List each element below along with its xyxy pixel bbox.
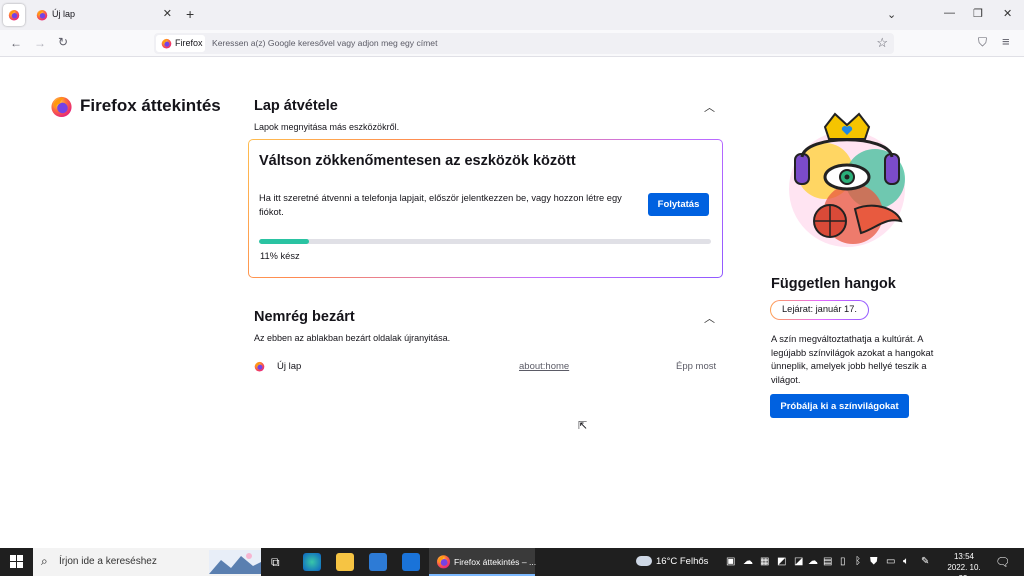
collapse-chevron-icon[interactable]: ︿ [704,310,715,326]
closed-tab-url[interactable]: about:home [519,361,569,372]
colorway-description: A szín megváltoztathatja a kultúrát. A l… [771,334,934,385]
weather-text: 16°C Felhős [656,556,709,567]
system-clock[interactable]: 13:54 2022. 10. 22. [944,551,984,584]
volume-icon[interactable]: 🔈︎ [903,556,909,567]
navigation-toolbar: ← → ↻ Firefox Keressen a(z) Google keres… [0,30,1024,57]
firefox-view-page: Firefox áttekintés Lap átvétele ︿ Lapok … [0,57,1024,548]
list-all-tabs-chevron-icon[interactable]: ⌄ [887,8,896,21]
pinned-tab-firefox-view[interactable] [3,4,25,26]
tab-new-tab[interactable]: Új lap ✕ [29,4,179,26]
taskbar-firefox-window[interactable]: Firefox áttekintés – ... [429,548,537,576]
page-title: Firefox áttekintés [80,96,221,115]
continue-button[interactable]: Folytatás [648,193,709,216]
close-icon[interactable]: ✕ [163,7,172,20]
collapse-chevron-icon[interactable]: ︿ [704,99,715,115]
notification-icon[interactable]: 🗨︎ [995,555,1010,569]
windows-taskbar: ⌕ Írjon ide a kereséshez ⧉ Firefox áttek… [0,548,1024,583]
tray-app-icon[interactable]: ▦ [760,556,769,567]
task-view-icon[interactable]: ⧉ [271,555,280,570]
file-explorer-icon[interactable] [336,553,354,571]
forward-arrow-icon[interactable]: → [34,36,46,50]
tray-app-icon[interactable]: ◩ [777,556,786,567]
onenote-icon[interactable]: ▤ [823,556,832,567]
microsoft-store-icon[interactable] [369,553,387,571]
url-input[interactable]: Keressen a(z) Google keresővel vagy adjo… [212,38,437,48]
taskbar-firefox-label: Firefox áttekintés – ... [454,557,537,567]
clock-time: 13:54 [953,552,975,561]
tray-cloud-icon[interactable]: ☁ [743,556,753,567]
identity-box[interactable]: Firefox [156,35,205,52]
firefox-icon [36,9,48,21]
bluetooth-icon[interactable]: ᛒ [855,556,861,567]
expiry-badge: Lejárat: január 17. [770,300,869,320]
window-close-icon[interactable]: ✕ [1003,7,1012,20]
tab-pickup-title: Lap átvétele [254,98,338,114]
card-text: Ha itt szeretné átvenni a telefonja lapj… [259,193,622,217]
mouse-cursor-icon: ⇱ [578,420,588,432]
cloud-icon [636,556,652,567]
pocket-icon[interactable]: ⛉ [978,35,987,50]
colorway-title: Független hangok [771,276,896,292]
security-shield-icon[interactable]: ⛊ [870,556,878,567]
progress-label: 11% kész [260,251,300,261]
firefox-logo-icon [50,95,73,118]
onedrive-icon[interactable]: ☁ [808,556,818,567]
new-tab-icon[interactable]: + [186,6,194,22]
tab-strip: Új lap ✕ + ⌄ — ❐ ✕ [0,0,1024,30]
tab-pickup-subtitle: Lapok megnyitása más eszközökről. [254,122,400,132]
recently-closed-title: Nemrég bezárt [254,309,355,325]
clock-date: 2022. 10. 22. [947,563,981,583]
expiry-badge-label: Lejárat: január 17. [771,301,868,319]
display-icon[interactable]: ▭ [886,556,895,567]
closed-tab-time: Épp most [676,361,717,372]
firefox-icon [8,9,20,21]
search-icon: ⌕ [41,554,48,568]
taskbar-search-input[interactable]: Írjon ide a kereséshez [59,556,157,567]
tab-pickup-card: Váltson zökkenőmentesen az eszközök közö… [248,139,723,278]
bookmark-star-icon[interactable]: ☆ [876,35,888,51]
windows-start-icon[interactable] [10,555,24,569]
closed-tab-title[interactable]: Új lap [277,361,301,372]
weather-widget[interactable]: 16°C Felhős [636,556,708,567]
firefox-icon [254,361,265,372]
progress-fill [259,239,309,244]
menu-hamburger-icon[interactable]: ≡ [1002,34,1010,49]
tray-app-icon[interactable]: ▣ [726,556,735,567]
identity-label: Firefox [175,38,203,48]
taskbar-search-box[interactable]: ⌕ Írjon ide a kereséshez [33,548,261,576]
restore-icon[interactable]: ❐ [973,7,983,20]
tray-app-icon[interactable]: ◪ [794,556,803,567]
search-highlight-illustration-icon [209,550,261,574]
progress-bar [259,239,711,244]
mail-icon[interactable] [402,553,420,571]
battery-icon[interactable]: ▯ [840,556,846,567]
url-bar[interactable]: Firefox Keressen a(z) Google keresővel v… [154,33,894,54]
minimize-icon[interactable]: — [944,7,955,19]
colorway-illustration [789,112,905,247]
try-colorways-button[interactable]: Próbálja ki a színvilágokat [770,394,909,418]
tab-title: Új lap [52,9,76,19]
firefox-icon [161,38,172,49]
card-title: Váltson zökkenőmentesen az eszközök közö… [259,153,576,169]
recently-closed-subtitle: Az ebben az ablakban bezárt oldalak újra… [254,333,451,343]
back-arrow-icon[interactable]: ← [10,36,22,50]
reload-icon[interactable]: ↻ [58,35,68,49]
pen-icon[interactable]: ✎ [921,556,929,567]
firefox-icon [436,554,451,569]
edge-icon[interactable] [303,553,321,571]
